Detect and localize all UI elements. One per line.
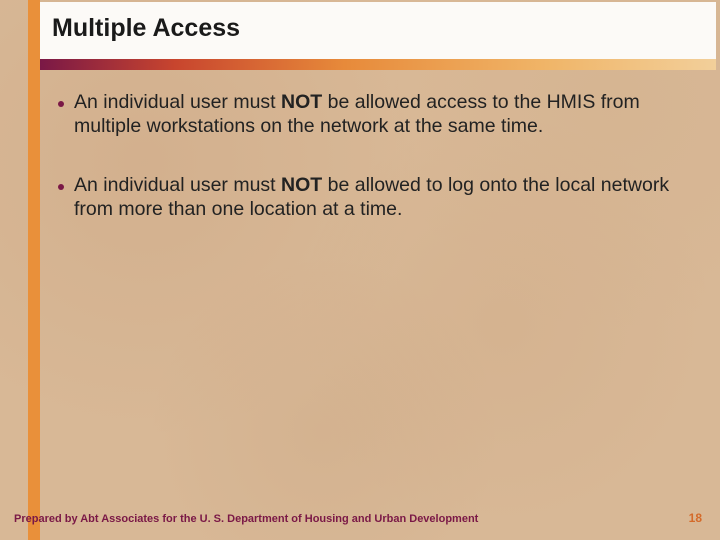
slide: Multiple Access An individual user must … bbox=[0, 0, 720, 540]
bullet-text: An individual user must NOT be allowed a… bbox=[74, 90, 690, 139]
bullet-bold: NOT bbox=[281, 174, 322, 196]
bullet-item: An individual user must NOT be allowed t… bbox=[58, 173, 690, 222]
footer-credit: Prepared by Abt Associates for the U. S.… bbox=[14, 513, 478, 525]
bullet-dot-icon bbox=[58, 101, 64, 107]
bullet-bold: NOT bbox=[281, 91, 322, 113]
bullet-pre: An individual user must bbox=[74, 91, 281, 113]
content-area: An individual user must NOT be allowed a… bbox=[58, 90, 690, 256]
bullet-pre: An individual user must bbox=[74, 174, 281, 196]
title-underline-gradient bbox=[40, 59, 716, 70]
slide-title: Multiple Access bbox=[52, 14, 240, 43]
bullet-text: An individual user must NOT be allowed t… bbox=[74, 173, 690, 222]
page-number: 18 bbox=[689, 511, 702, 525]
bullet-dot-icon bbox=[58, 184, 64, 190]
bullet-item: An individual user must NOT be allowed a… bbox=[58, 90, 690, 139]
left-accent-bar bbox=[28, 0, 40, 540]
